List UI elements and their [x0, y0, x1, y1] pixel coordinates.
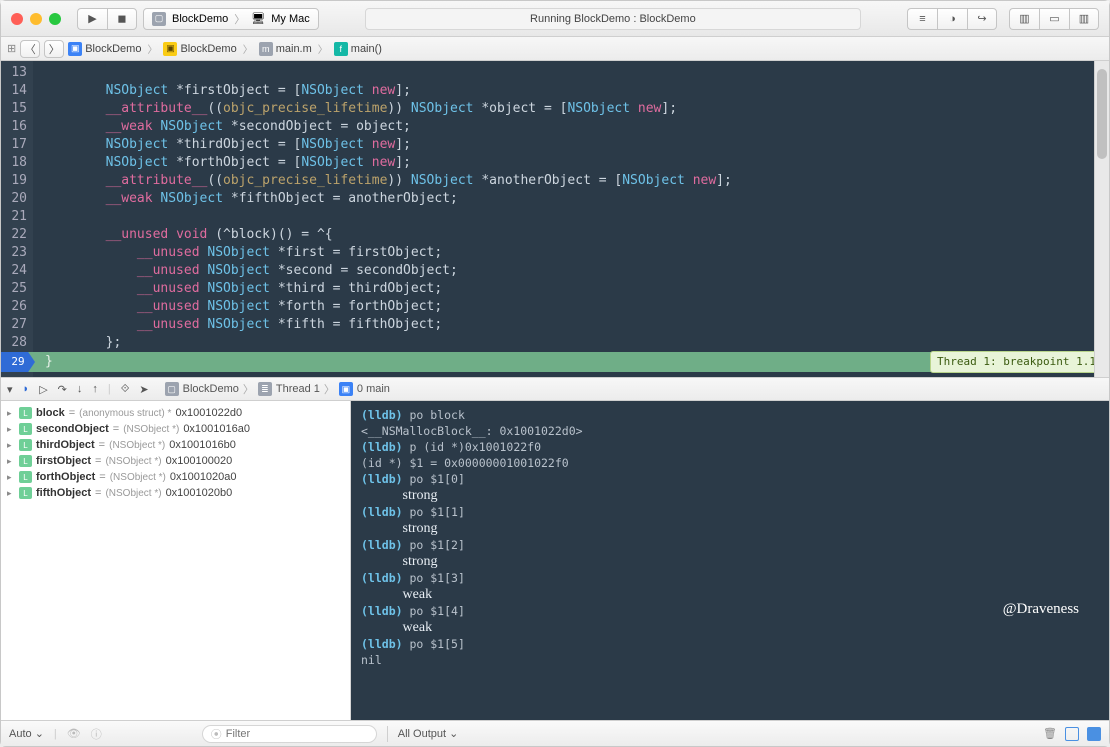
panel-buttons: ▥ ▭ ▥ [1009, 8, 1099, 30]
device-name: My Mac [271, 13, 310, 25]
breadcrumb-bar: ⊞ 〈 〉 ▣BlockDemo ▣BlockDemo mmain.m fmai… [1, 37, 1109, 61]
output-selector[interactable]: All Output ⌄ [398, 727, 459, 740]
variable-row[interactable]: ▸LthirdObject = (NSObject *) 0x1001016b0 [7, 437, 344, 453]
version-editor-button[interactable]: ↪ [967, 8, 997, 30]
project-icon: ▣ [68, 42, 82, 56]
debug-footer: Auto ⌄ | 👁 ⓘ ⦿ All Output ⌄ 🗑 [1, 720, 1109, 746]
breakpoint-highlight: 29 } Thread 1: breakpoint 1.1 [1, 352, 1109, 372]
debug-crumb-frame[interactable]: 0 main [357, 383, 390, 395]
console-output[interactable]: @Draveness (lldb) po block<__NSMallocBlo… [351, 401, 1109, 720]
debug-crumb-process[interactable]: BlockDemo [183, 383, 239, 395]
activity-status: Running BlockDemo : BlockDemo [365, 8, 861, 30]
assistant-editor-button[interactable]: ◑ [937, 8, 967, 30]
minimize-icon[interactable] [30, 13, 42, 25]
continue-icon[interactable]: ▷ [39, 383, 47, 396]
window-controls [11, 13, 61, 25]
function-icon: f [334, 42, 348, 56]
close-icon[interactable] [11, 13, 23, 25]
filter-icon: ⦿ [211, 726, 222, 742]
step-into-icon[interactable]: ↓ [77, 383, 83, 395]
folder-icon: ▣ [163, 42, 177, 56]
watermark: @Draveness [1003, 601, 1079, 617]
trash-icon[interactable]: 🗑 [1043, 727, 1057, 740]
filter-field[interactable]: ⦿ [202, 725, 377, 743]
location-icon[interactable]: ➤ [139, 383, 148, 396]
run-button[interactable]: ▶ [77, 8, 107, 30]
app-icon: ▢ [165, 382, 179, 396]
editor-buttons: ≡ ◑ ↪ [907, 8, 997, 30]
bottom-panel-button[interactable]: ▭ [1039, 8, 1069, 30]
file-icon: m [259, 42, 273, 56]
source-editor[interactable]: 13141516171819202122232425262728 NSObjec… [1, 61, 1109, 377]
status-text: Running BlockDemo : BlockDemo [530, 13, 696, 25]
breadcrumb-item[interactable]: ▣BlockDemo [68, 42, 141, 56]
forward-button[interactable]: 〉 [44, 40, 64, 58]
info-icon[interactable]: ⓘ [91, 726, 102, 742]
breadcrumb-item[interactable]: ▣BlockDemo [163, 42, 236, 56]
breakpoint-label: Thread 1: breakpoint 1.1 [930, 351, 1103, 373]
step-out-icon[interactable]: ↑ [92, 383, 98, 395]
debug-area: ▸Lblock = (anonymous struct) * 0x1001022… [1, 401, 1109, 720]
debug-crumb-thread[interactable]: Thread 1 [276, 383, 320, 395]
line-gutter[interactable]: 13141516171819202122232425262728 [1, 61, 33, 377]
toggle-breakpoints-icon[interactable]: ◗ [23, 383, 30, 395]
breadcrumb-item[interactable]: mmain.m [259, 42, 312, 56]
standard-editor-button[interactable]: ≡ [907, 8, 937, 30]
scrollbar-thumb[interactable] [1097, 69, 1107, 159]
variable-row[interactable]: ▸LsecondObject = (NSObject *) 0x1001016a… [7, 421, 344, 437]
zoom-icon[interactable] [49, 13, 61, 25]
code-area[interactable]: NSObject *firstObject = [NSObject new]; … [33, 61, 1109, 377]
toolbar: ▶ ◼ ▢ BlockDemo 〉 🖥 My Mac Running Block… [1, 1, 1109, 37]
variable-row[interactable]: ▸LfirstObject = (NSObject *) 0x100100020 [7, 453, 344, 469]
stop-button[interactable]: ◼ [107, 8, 137, 30]
right-pane-toggle[interactable] [1087, 727, 1101, 741]
quicklook-icon[interactable]: 👁 [67, 727, 81, 740]
left-pane-toggle[interactable] [1065, 727, 1079, 741]
view-debug-icon[interactable]: ⟐ [121, 383, 130, 396]
related-items-icon[interactable]: ⊞ [7, 42, 16, 55]
scope-selector[interactable]: Auto ⌄ [9, 727, 44, 740]
app-icon: ▢ [152, 12, 166, 26]
breadcrumb-item[interactable]: fmain() [334, 42, 382, 56]
scheme-selector[interactable]: ▢ BlockDemo 〉 🖥 My Mac [143, 8, 319, 30]
right-panel-button[interactable]: ▥ [1069, 8, 1099, 30]
variable-row[interactable]: ▸LforthObject = (NSObject *) 0x1001020a0 [7, 469, 344, 485]
left-panel-button[interactable]: ▥ [1009, 8, 1039, 30]
frame-icon: ▣ [339, 382, 353, 396]
debug-bar: ▾ ◗ ▷ ↷ ↓ ↑ | ⟐ ➤ ▢ BlockDemo 〉 ≣ Thread… [1, 377, 1109, 401]
step-over-icon[interactable]: ↷ [58, 383, 67, 396]
scheme-name: BlockDemo [172, 13, 228, 25]
run-stop-group: ▶ ◼ [77, 8, 137, 30]
filter-input[interactable] [226, 728, 368, 740]
variable-row[interactable]: ▸Lblock = (anonymous struct) * 0x1001022… [7, 405, 344, 421]
variable-row[interactable]: ▸LfifthObject = (NSObject *) 0x1001020b0 [7, 485, 344, 501]
hide-debug-icon[interactable]: ▾ [7, 383, 13, 396]
thread-icon: ≣ [258, 382, 272, 396]
monitor-icon: 🖥 [251, 12, 265, 25]
breakpoint-marker[interactable]: 29 [1, 352, 35, 372]
variables-view[interactable]: ▸Lblock = (anonymous struct) * 0x1001022… [1, 401, 351, 720]
editor-scrollbar[interactable] [1094, 61, 1109, 377]
back-button[interactable]: 〈 [20, 40, 40, 58]
